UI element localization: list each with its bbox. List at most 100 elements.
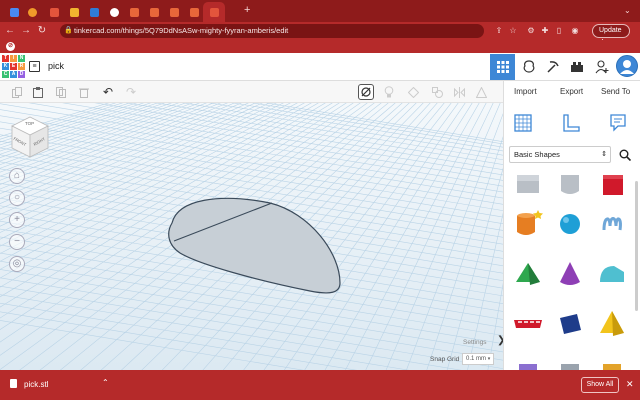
shape-text-red[interactable] <box>510 306 546 342</box>
add-user-icon[interactable] <box>592 57 612 77</box>
shape-partial[interactable] <box>552 353 588 370</box>
shape-roof-teal[interactable] <box>594 256 630 292</box>
workplane-icon[interactable] <box>512 111 534 135</box>
logo-letter: C <box>2 71 9 78</box>
file-icon <box>10 379 17 388</box>
shape-partial[interactable] <box>594 353 630 370</box>
perspective-icon[interactable]: ◎ <box>9 256 25 272</box>
group-icon[interactable] <box>474 85 488 99</box>
logo-letter: D <box>18 71 25 78</box>
redo-icon[interactable]: ↷ <box>124 85 138 99</box>
shape-outline-icon[interactable] <box>406 85 420 99</box>
design-title[interactable]: pick <box>48 61 64 71</box>
workplane[interactable]: TOP FRONT RIGHT ⌂ ○ + − ◎ Settings Snap … <box>0 103 503 370</box>
browser-tab[interactable] <box>86 4 102 20</box>
shape-pyramid-green[interactable] <box>510 256 546 292</box>
settings-link[interactable]: Settings <box>463 339 487 346</box>
browser-tab[interactable] <box>24 4 40 20</box>
orange-app-icon <box>27 7 37 17</box>
browser-tab[interactable] <box>6 4 22 20</box>
zoom-out-icon[interactable]: − <box>9 234 25 250</box>
duplicate-icon[interactable] <box>54 85 68 99</box>
chevron-up-icon[interactable]: ⌃ <box>102 378 109 387</box>
chevron-down-icon: ▾ <box>487 356 491 362</box>
delete-icon[interactable] <box>77 85 91 99</box>
home-view-icon[interactable]: ⌂ <box>9 168 25 184</box>
download-bar: pick.stl ⌃ Show All ✕ <box>0 370 640 400</box>
mirror-icon[interactable] <box>452 85 466 99</box>
grid-app-icon <box>49 7 59 17</box>
guitar-pick-shape[interactable] <box>160 193 360 303</box>
notes-icon[interactable] <box>607 111 629 135</box>
shape-category-select[interactable]: Basic Shapes ⇕ <box>509 146 611 163</box>
browser-tab[interactable] <box>66 4 82 20</box>
person-icon <box>109 7 119 17</box>
tab-send-to[interactable]: Send To <box>601 87 630 96</box>
tab-search-icon[interactable]: ⌄ <box>624 6 631 15</box>
puzzle-icon[interactable]: ✚ <box>540 26 550 36</box>
browser-tab[interactable] <box>166 4 182 20</box>
notes-toggle-icon[interactable] <box>358 84 374 100</box>
snap-grid-select[interactable]: 0.1 mm ▾ <box>462 353 494 365</box>
shape-cylinder-gray[interactable] <box>552 166 588 202</box>
browser-tab-active[interactable] <box>203 2 225 22</box>
tinkercad-logo[interactable]: T I N K E R C A D <box>2 55 25 79</box>
zoom-in-icon[interactable]: + <box>9 212 25 228</box>
paste-icon[interactable] <box>31 85 45 99</box>
back-icon[interactable]: ← <box>4 25 16 37</box>
browser-tab[interactable] <box>106 4 122 20</box>
avatar[interactable] <box>616 55 638 77</box>
new-tab-button[interactable]: + <box>244 5 250 16</box>
download-filename[interactable]: pick.stl <box>24 380 48 389</box>
extension-icon[interactable]: ⚙ <box>526 26 536 36</box>
light-bulb-icon[interactable] <box>382 85 396 99</box>
view-cube-top[interactable]: TOP <box>25 121 34 126</box>
logo-letter: I <box>10 55 17 62</box>
logo-letter: N <box>18 55 25 62</box>
forward-icon[interactable]: → <box>20 25 32 37</box>
bookmark-app-icon[interactable]: ⊘ <box>6 42 15 51</box>
undo-icon[interactable]: ↶ <box>101 85 115 99</box>
panel-scrollbar[interactable] <box>635 181 638 311</box>
browser-tab-strip: + ⌄ <box>0 0 640 22</box>
copy-icon[interactable] <box>10 85 24 99</box>
shape-sphere-blue[interactable] <box>552 206 588 242</box>
blocks-icon[interactable] <box>519 57 539 77</box>
design-list-icon[interactable]: ≡ <box>29 61 40 72</box>
app-header: T I N K E R C A D ≡ pick <box>0 53 640 81</box>
logo-letter: T <box>2 55 9 62</box>
bricks-icon[interactable] <box>567 57 587 77</box>
close-icon[interactable]: ✕ <box>626 379 634 390</box>
reload-icon[interactable]: ↻ <box>36 25 48 37</box>
align-icon[interactable] <box>430 85 444 99</box>
tab-import[interactable]: Import <box>514 87 537 96</box>
share-icon[interactable]: ⇪ <box>494 26 504 36</box>
view-cube[interactable]: TOP FRONT RIGHT <box>10 115 50 159</box>
address-toolbar: ← → ↻ 🔒 tinkercad.com/things/5Q79DdNsASw… <box>0 22 640 46</box>
show-all-button[interactable]: Show All <box>581 377 619 393</box>
bookmark-star-icon[interactable]: ☆ <box>508 26 518 36</box>
sidebar-icon[interactable]: ▯ <box>554 26 564 36</box>
fit-view-icon[interactable]: ○ <box>9 190 25 206</box>
update-button[interactable]: Update ⋮ <box>592 24 630 46</box>
browser-tab[interactable] <box>46 4 62 20</box>
shape-partial[interactable] <box>510 353 546 370</box>
browser-tab[interactable] <box>126 4 142 20</box>
shape-box-gray[interactable] <box>510 166 546 202</box>
blue-square-icon <box>89 7 99 17</box>
shape-pyramid-yellow[interactable] <box>594 306 630 342</box>
profile-icon[interactable]: ◉ <box>570 26 580 36</box>
shape-cylinder-orange[interactable] <box>510 206 546 242</box>
url-bar[interactable]: 🔒 tinkercad.com/things/5Q79DdNsASw-might… <box>60 24 484 38</box>
pickaxe-icon[interactable] <box>543 57 563 77</box>
shape-box-navy[interactable] <box>552 306 588 342</box>
search-icon[interactable] <box>616 146 634 163</box>
browser-tab[interactable] <box>186 4 202 20</box>
tab-export[interactable]: Export <box>560 87 583 96</box>
shape-box-red[interactable] <box>594 166 630 202</box>
ruler-icon[interactable] <box>560 111 582 135</box>
shape-scribble[interactable] <box>594 206 630 242</box>
browser-tab[interactable] <box>146 4 162 20</box>
shape-cone-purple[interactable] <box>552 256 588 292</box>
3d-view-grid-icon[interactable] <box>490 54 515 80</box>
